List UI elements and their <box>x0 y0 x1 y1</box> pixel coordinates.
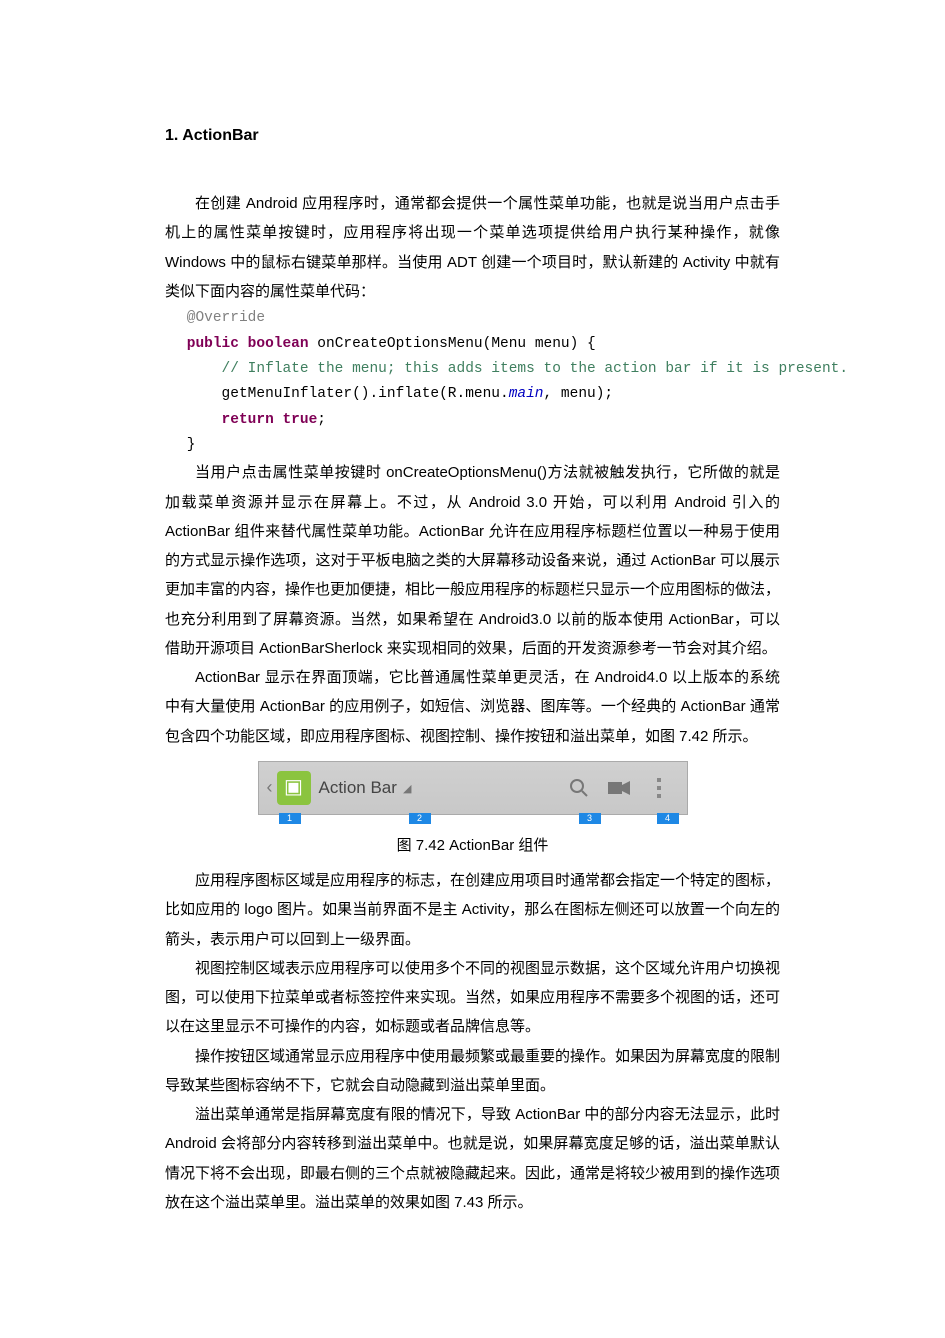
camera-icon <box>599 781 639 795</box>
region-label-3: 3 <box>579 813 601 824</box>
code-annotation: @Override <box>187 310 265 326</box>
region-label-4: 4 <box>657 813 679 824</box>
overflow-icon <box>639 778 679 798</box>
paragraph-intro: 在创建 Android 应用程序时，通常都会提供一个属性菜单功能，也就是说当用户… <box>165 189 780 306</box>
paragraph-6: 操作按钮区域通常显示应用程序中使用最频繁或最重要的操作。如果因为屏幕宽度的限制导… <box>165 1042 780 1101</box>
code-keyword-return-true: return true <box>187 412 318 428</box>
code-keyword-boolean: boolean <box>248 336 309 352</box>
code-text: ; <box>317 412 326 428</box>
code-text: , menu); <box>544 386 614 402</box>
actionbar-title: Action Bar <box>319 771 397 804</box>
region-label-2: 2 <box>409 813 431 824</box>
figure-caption: 图 7.42 ActionBar 组件 <box>397 831 549 860</box>
actionbar-mock: ‹ ▣ Action Bar ◢ 1 2 3 4 <box>258 761 688 815</box>
code-text: getMenuInflater().inflate(R.menu. <box>187 386 509 402</box>
code-keyword-public: public <box>187 336 239 352</box>
back-chevron-icon: ‹ <box>267 770 273 805</box>
paragraph-3: ActionBar 显示在界面顶端，它比普通属性菜单更灵活，在 Android4… <box>165 663 780 751</box>
spinner-icon: ◢ <box>403 779 411 800</box>
section-heading: 1. ActionBar <box>165 120 780 151</box>
code-text <box>239 336 248 352</box>
code-text: onCreateOptionsMenu(Menu menu) { <box>309 336 596 352</box>
paragraph-7: 溢出菜单通常是指屏幕宽度有限的情况下，导致 ActionBar 中的部分内容无法… <box>165 1100 780 1217</box>
code-brace: } <box>187 437 196 453</box>
paragraph-2: 当用户点击属性菜单按键时 onCreateOptionsMenu()方法就被触发… <box>165 458 780 663</box>
code-block: @Override public boolean onCreateOptions… <box>187 306 780 458</box>
paragraph-5: 视图控制区域表示应用程序可以使用多个不同的视图显示数据，这个区域允许用户切换视图… <box>165 954 780 1042</box>
paragraph-4: 应用程序图标区域是应用程序的标志，在创建应用项目时通常都会指定一个特定的图标，比… <box>165 866 780 954</box>
code-comment: // Inflate the menu; this adds items to … <box>187 361 848 377</box>
search-icon <box>559 778 599 798</box>
figure-actionbar: ‹ ▣ Action Bar ◢ 1 2 3 4 图 7.42 ActionBa… <box>165 761 780 864</box>
code-italic-main: main <box>509 386 544 402</box>
region-label-1: 1 <box>279 813 301 824</box>
app-icon: ▣ <box>277 771 311 805</box>
